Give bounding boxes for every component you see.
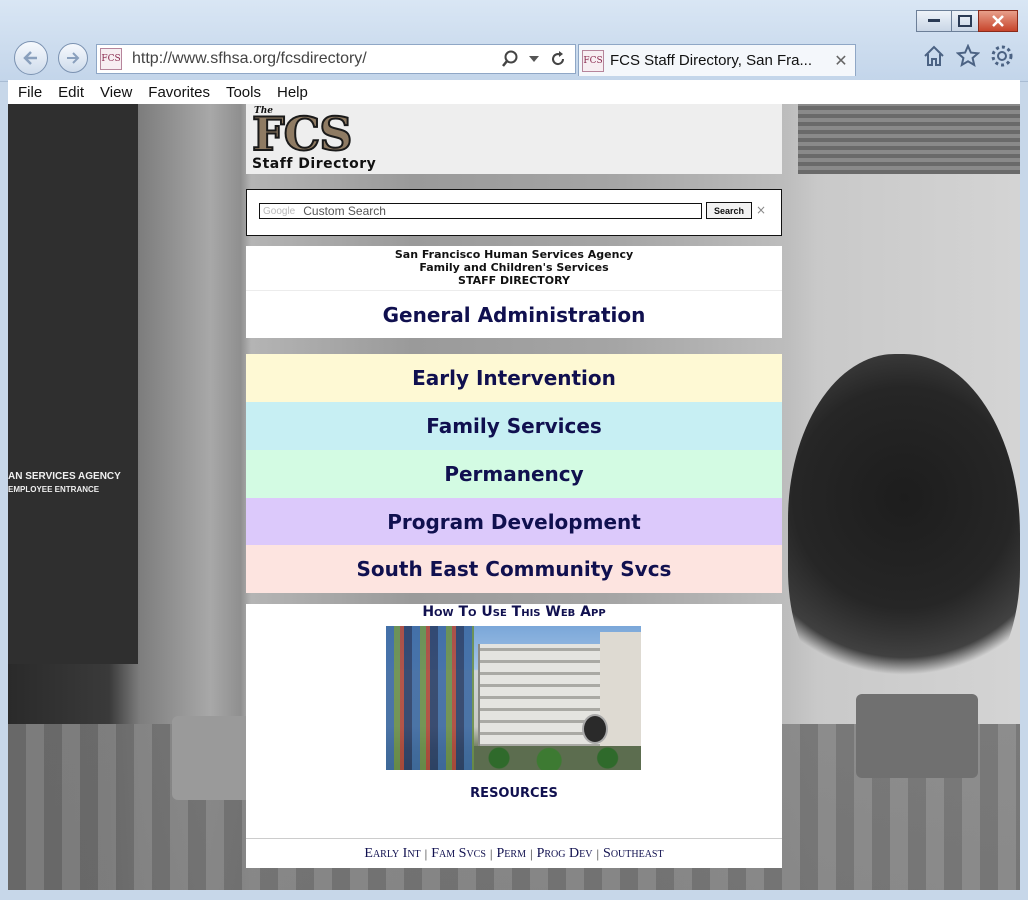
back-button[interactable]	[14, 41, 48, 75]
agency-header: San Francisco Human Services Agency Fami…	[246, 246, 782, 292]
footer-link-perm[interactable]: Perm	[497, 846, 526, 862]
browser-toolbar-icons	[922, 44, 1014, 68]
window-titlebar: FCS http://www.sfhsa.org/fcsdirectory/ F…	[0, 0, 1028, 82]
menu-file[interactable]: File	[18, 84, 42, 101]
tab-title: FCS Staff Directory, San Fra...	[610, 52, 813, 69]
section-family-services[interactable]: Family Services	[246, 402, 782, 450]
close-tab-icon[interactable]: ✕	[831, 51, 851, 70]
window-border-right	[1020, 82, 1028, 890]
forward-arrow-icon	[67, 52, 80, 64]
section-early-intervention[interactable]: Early Intervention	[246, 354, 782, 402]
section-link-program-development[interactable]: Program Development	[387, 510, 641, 534]
resources-link[interactable]: RESOURCES	[246, 786, 782, 801]
page-viewport: AN SERVICES AGENCY EMPLOYEE ENTRANCE The…	[8, 104, 1020, 890]
how-to-use-link[interactable]: How To Use This Web App	[246, 604, 782, 620]
directory-title: STAFF DIRECTORY	[458, 274, 570, 287]
background-tree	[788, 354, 1020, 714]
tab-favicon-icon: FCS	[582, 49, 604, 72]
footer-separator: |	[489, 845, 493, 861]
url-text[interactable]: http://www.sfhsa.org/fcsdirectory/	[132, 50, 501, 68]
forward-button[interactable]	[58, 43, 88, 73]
info-panel: How To Use This Web App RESOURCES	[246, 604, 782, 868]
clear-search-icon[interactable]: ×	[756, 203, 766, 217]
menu-help[interactable]: Help	[277, 84, 308, 101]
menu-edit[interactable]: Edit	[58, 84, 84, 101]
site-favicon-icon: FCS	[100, 48, 122, 70]
dropdown-arrow-icon[interactable]	[529, 56, 539, 62]
search-input[interactable]: Google Custom Search	[259, 203, 702, 219]
section-general-administration[interactable]: General Administration	[246, 290, 782, 338]
footer-link-prog-dev[interactable]: Prog Dev	[537, 846, 593, 862]
fcs-logo[interactable]: The FCS Staff Directory	[250, 106, 420, 172]
menu-tools[interactable]: Tools	[226, 84, 261, 101]
footer-link-early-int[interactable]: Early Int	[364, 846, 420, 862]
window-controls	[916, 10, 1018, 32]
section-permanency[interactable]: Permanency	[246, 450, 782, 498]
close-window-button[interactable]	[978, 10, 1018, 32]
search-icon[interactable]	[501, 50, 519, 68]
maximize-button[interactable]	[951, 10, 979, 32]
background-planter-left	[172, 716, 254, 800]
section-program-development[interactable]: Program Development	[246, 498, 782, 546]
building-photo[interactable]	[386, 626, 641, 770]
photo-tower	[600, 632, 641, 758]
google-brand: Google	[263, 205, 296, 217]
logo-subtitle: Staff Directory	[252, 156, 377, 172]
refresh-icon[interactable]	[549, 50, 567, 68]
favorites-star-icon[interactable]	[956, 44, 980, 68]
custom-search-box: Google Custom Search Search ×	[246, 189, 782, 236]
menu-bar: File Edit View Favorites Tools Help	[8, 80, 1020, 104]
photo-shrubs	[474, 746, 641, 770]
minimize-button[interactable]	[916, 10, 952, 32]
menu-view[interactable]: View	[100, 84, 132, 101]
footer-link-fam-svcs[interactable]: Fam Svcs	[431, 846, 486, 862]
address-bar-actions	[501, 50, 567, 68]
footer-separator: |	[596, 845, 600, 861]
logo-fcs: FCS	[251, 107, 353, 161]
background-brick-wall	[798, 104, 1020, 174]
search-button[interactable]: Search	[706, 202, 752, 219]
background-planter	[856, 694, 978, 778]
section-link-permanency[interactable]: Permanency	[444, 462, 583, 486]
home-icon[interactable]	[922, 44, 946, 68]
photo-emblem	[582, 714, 608, 744]
agency-name: San Francisco Human Services Agency	[394, 248, 634, 261]
window-bottom-border	[0, 890, 1028, 900]
menu-favorites[interactable]: Favorites	[148, 84, 210, 101]
background-building-sign: AN SERVICES AGENCY EMPLOYEE ENTRANCE	[8, 471, 121, 494]
footer-separator: |	[529, 845, 533, 861]
division-name: Family and Children's Services	[419, 261, 609, 274]
section-link-general-administration[interactable]: General Administration	[383, 303, 646, 327]
section-link-early-intervention[interactable]: Early Intervention	[412, 366, 616, 390]
window-border-left	[0, 82, 8, 890]
search-placeholder: Custom Search	[303, 204, 386, 218]
footer-separator: |	[424, 845, 428, 861]
section-south-east-community-svcs[interactable]: South East Community Svcs	[246, 545, 782, 593]
close-icon	[992, 15, 1004, 27]
footer-nav: Early Int | Fam Svcs | Perm | Prog Dev |…	[246, 838, 782, 868]
address-bar[interactable]: FCS http://www.sfhsa.org/fcsdirectory/	[96, 44, 576, 74]
photo-mural	[386, 626, 474, 770]
gear-icon[interactable]	[990, 44, 1014, 68]
background-building: AN SERVICES AGENCY EMPLOYEE ENTRANCE	[8, 104, 138, 664]
section-link-family-services[interactable]: Family Services	[426, 414, 602, 438]
section-link-south-east-community-svcs[interactable]: South East Community Svcs	[357, 557, 672, 581]
footer-link-southeast[interactable]: Southeast	[603, 846, 664, 862]
minimize-icon	[928, 19, 940, 22]
site-banner: The FCS Staff Directory	[246, 104, 782, 174]
tab-fcs-directory[interactable]: FCS FCS Staff Directory, San Fra... ✕	[578, 44, 856, 76]
restore-icon	[958, 15, 972, 27]
back-arrow-icon	[23, 51, 37, 65]
